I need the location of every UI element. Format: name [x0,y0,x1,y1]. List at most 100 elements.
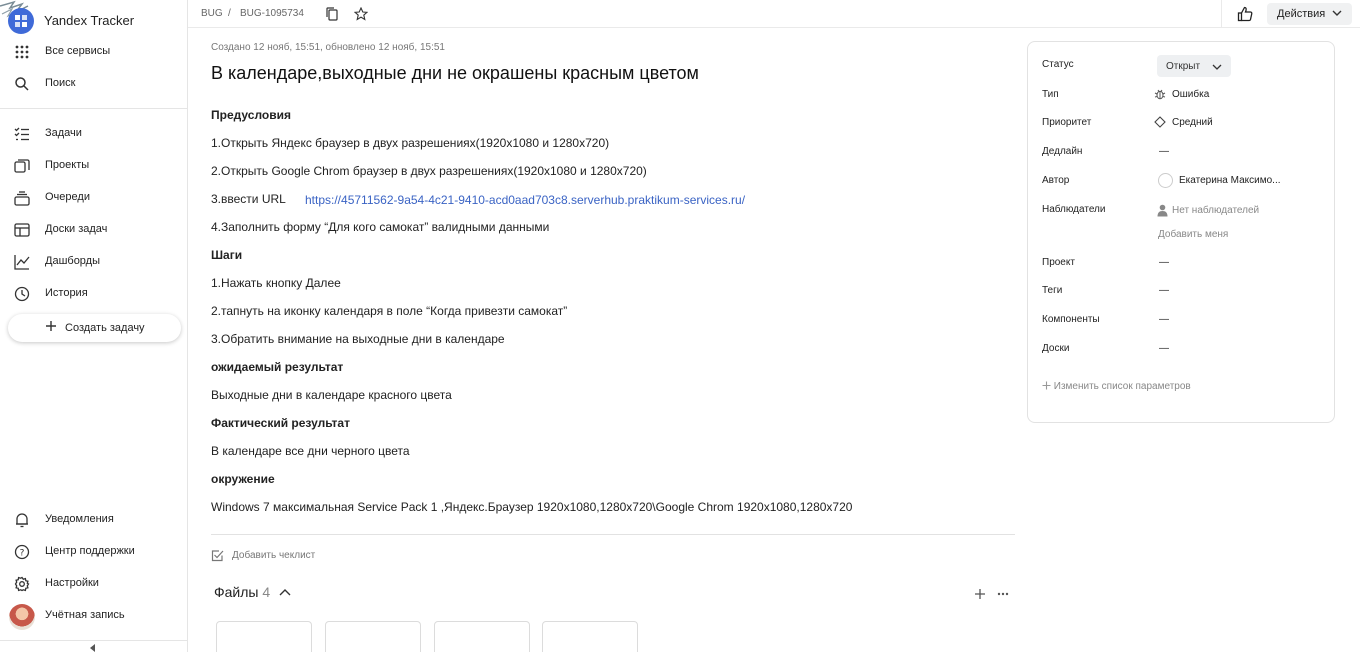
nav-projects[interactable]: Проекты [0,152,188,180]
projects-icon [14,159,30,173]
help-icon: ? [14,544,30,560]
description-heading: окружение [211,472,275,486]
description-heading: Фактический результат [211,416,350,430]
file-card[interactable] [216,621,312,652]
chevron-up-icon[interactable] [279,588,291,596]
history-icon [14,286,30,302]
nav-support[interactable]: ? Центр поддержки [0,538,188,566]
status-label: Статус [1042,59,1074,70]
issue-meta: Создано 12 нояб, 15:51, обновлено 12 ноя… [211,42,445,53]
sidebar-bottom-divider [0,640,188,641]
description-heading: Шаги [211,248,243,262]
nav-notifications-label: Уведомления [45,513,114,525]
nav-queues[interactable]: Очереди [0,184,188,212]
change-params-button[interactable]: Изменить список параметров [1042,381,1191,392]
nav-projects-label: Проекты [45,159,90,171]
description-line: Windows 7 максимальная Service Pack 1 ,Я… [211,500,853,514]
nav-settings-label: Настройки [45,577,99,589]
description-heading: Предусловия [211,108,291,122]
nav-history[interactable]: История [0,280,188,308]
nav-dashboards[interactable]: Дашборды [0,248,188,276]
deadline-label: Дедлайн [1042,146,1083,157]
nav-notifications[interactable]: Уведомления [0,506,188,534]
type-value[interactable]: Ошибка [1172,89,1209,100]
description-line: Выходные дни в календаре красного цвета [211,388,452,402]
author-value[interactable]: Екатерина Максимо... [1179,175,1281,186]
add-file-icon[interactable] [973,587,987,601]
more-icon[interactable] [997,592,1009,596]
priority-diamond-icon [1154,116,1166,128]
description-heading: ожидаемый результат [211,360,344,374]
nav-queues-label: Очереди [45,191,90,203]
nav-support-label: Центр поддержки [45,545,135,557]
priority-value[interactable]: Средний [1172,117,1213,128]
files-count: 4 [262,584,271,600]
components-value[interactable]: — [1159,314,1169,325]
description-line: 1.Открыть Яндекс браузер в двух разрешен… [211,136,610,150]
nav-boards-label: Доски задач [45,223,108,235]
description-line: В календаре все дни черного цвета [211,444,410,458]
tags-label: Теги [1042,285,1063,296]
user-icon [1157,204,1168,217]
topbar: BUG / BUG-1095734 Действия [188,0,1360,28]
nav-boards[interactable]: Доски задач [0,216,188,244]
nav-all-services-label: Все сервисы [45,45,111,57]
description-url-link[interactable]: https://45711562-9a54-4c21-9410-acd0aad7… [305,193,745,207]
issue-title[interactable]: В календаре,выходные дни не окрашены кра… [211,63,699,84]
deadline-value[interactable]: — [1159,146,1169,157]
boards-value[interactable]: — [1159,343,1169,354]
description-line: 1.Нажать кнопку Далее [211,276,341,290]
nav-all-services[interactable]: Все сервисы [0,38,188,66]
app-title: Yandex Tracker [44,13,135,28]
description-line: 2.Открыть Google Chrom браузер в двух ра… [211,164,647,178]
issue-properties-panel: Статус Открыт Тип Ошибка Приоритет Средн… [1027,41,1335,423]
nav-dashboards-label: Дашборды [45,255,100,267]
collapse-sidebar-icon[interactable] [89,644,97,652]
type-label: Тип [1042,89,1059,100]
thumbs-up-icon[interactable] [1237,6,1253,22]
grid-icon [15,45,29,59]
description-line: 3.ввести URL [211,192,286,206]
nav-tasks[interactable]: Задачи [0,120,188,148]
boards-label: Доски [1042,343,1070,354]
file-card[interactable] [434,621,530,652]
tags-value[interactable]: — [1159,285,1169,296]
project-label: Проект [1042,257,1075,268]
status-dropdown[interactable]: Открыт [1157,55,1231,77]
bug-icon [1154,89,1166,100]
chevron-down-icon [1332,10,1342,16]
sidebar: Yandex Tracker Все сервисы Поиск Задачи … [0,0,188,652]
tasks-icon [14,127,29,141]
nav-history-label: История [45,287,88,299]
nav-settings[interactable]: Настройки [0,570,188,598]
chevron-down-icon [1212,64,1222,70]
nav-search[interactable]: Поиск [0,70,188,98]
copy-icon[interactable] [326,7,338,21]
breadcrumb-issue-key[interactable]: BUG-1095734 [240,8,304,19]
project-value[interactable]: — [1159,257,1169,268]
nav-account-label: Учётная запись [45,609,125,621]
star-icon[interactable] [354,7,368,21]
boards-icon [14,223,30,237]
priority-label: Приоритет [1042,117,1092,128]
breadcrumb-queue[interactable]: BUG [201,8,223,19]
author-label: Автор [1042,175,1070,186]
sidebar-divider [0,108,188,109]
status-value: Открыт [1166,61,1201,72]
description-line: 2.тапнуть на иконку календаря в поле “Ко… [211,304,568,318]
file-card[interactable] [542,621,638,652]
change-params-label: Изменить список параметров [1053,381,1191,392]
checkbox-icon [211,550,224,562]
author-avatar [1158,173,1173,188]
files-label: Файлы [214,584,259,600]
brand[interactable]: Yandex Tracker [0,0,188,40]
bell-icon [16,513,28,528]
nav-account[interactable]: Учётная запись [0,602,188,630]
components-label: Компоненты [1042,314,1100,325]
add-me-link[interactable]: Добавить меня [1158,229,1228,240]
actions-button[interactable]: Действия [1267,3,1352,25]
watchers-label: Наблюдатели [1042,204,1106,215]
description-line: 3.Обратить внимание на выходные дни в ка… [211,332,505,346]
create-task-button[interactable]: Создать задачу [8,314,181,342]
file-card[interactable] [325,621,421,652]
